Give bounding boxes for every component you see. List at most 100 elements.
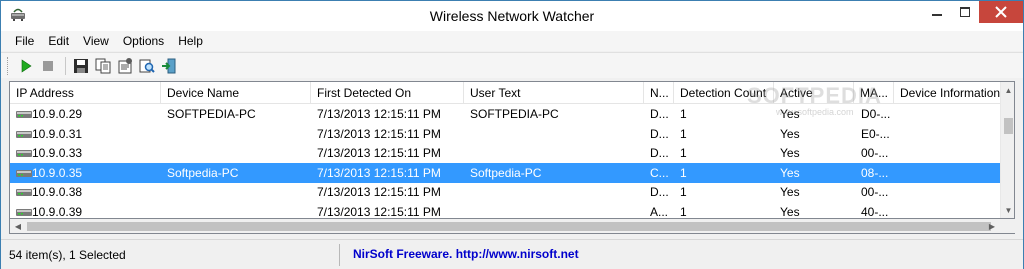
cell-first-detected: 7/13/2013 12:15:11 PM	[317, 165, 441, 180]
window-title: Wireless Network Watcher	[429, 8, 595, 24]
close-icon	[995, 6, 1007, 18]
stop-scan-button[interactable]	[38, 56, 58, 76]
cell-network-adapter: A...	[650, 204, 669, 219]
cell-first-detected: 7/13/2013 12:15:11 PM	[317, 146, 441, 160]
column-header-first-detected[interactable]: First Detected On	[311, 82, 464, 104]
cell-detection-count: 1	[680, 165, 687, 180]
network-device-icon	[15, 147, 33, 159]
cell-ip-address: 10.9.0.29	[32, 107, 83, 121]
copy-button[interactable]	[93, 56, 113, 76]
table-row[interactable]: 10.9.0.38 7/13/2013 12:15:11 PM D... 1 Yes 00…	[10, 182, 1000, 202]
scroll-down-icon[interactable]: ▼	[1001, 202, 1014, 218]
start-scan-button[interactable]	[16, 56, 36, 76]
cell-active: Yes	[780, 126, 800, 141]
cell-ip-address: 10.9.0.39	[32, 204, 83, 219]
cell-ip-address: 10.9.0.31	[32, 126, 83, 141]
scrollbar-corner	[1000, 219, 1015, 233]
cell-ip-address: 10.9.0.38	[32, 185, 83, 199]
cell-device-name: Softpedia-PC	[167, 165, 239, 180]
close-button[interactable]	[979, 1, 1023, 23]
title-bar[interactable]: Wireless Network Watcher	[1, 1, 1023, 31]
column-header-ip-address[interactable]: IP Address	[10, 82, 161, 104]
network-device-icon	[15, 206, 33, 218]
table-row[interactable]: 10.9.0.39 7/13/2013 12:15:11 PM A... 1 Yes 40…	[10, 202, 1000, 219]
cell-active: Yes	[780, 185, 800, 199]
find-icon	[139, 59, 155, 73]
toolbar	[1, 52, 1023, 78]
cell-ip-address: 10.9.0.33	[32, 146, 83, 160]
vertical-scroll-thumb[interactable]	[1004, 118, 1013, 134]
properties-icon	[118, 57, 132, 73]
maximize-button[interactable]	[951, 1, 979, 23]
cell-network-adapter: D...	[650, 107, 669, 121]
cell-detection-count: 1	[680, 126, 687, 141]
start-scan-icon	[21, 58, 32, 73]
stop-scan-icon	[43, 60, 53, 71]
scroll-up-icon[interactable]: ▲	[1001, 82, 1014, 98]
table-row[interactable]: 10.9.0.33 7/13/2013 12:15:11 PM D... 1 Yes 00…	[10, 143, 1000, 163]
horizontal-scrollbar[interactable]: ◀ ▶	[9, 219, 1015, 234]
status-bar: 54 item(s), 1 Selected NirSoft Freeware.…	[1, 239, 1023, 269]
menu-bar: File Edit View Options Help	[1, 31, 1023, 51]
vertical-scrollbar[interactable]: ▲ ▼	[1000, 82, 1014, 218]
app-window: Wireless Network Watcher File Edit View …	[0, 0, 1024, 269]
scroll-left-icon[interactable]: ◀	[10, 219, 26, 233]
save-icon	[74, 58, 88, 73]
scroll-right-icon[interactable]: ▶	[984, 219, 1000, 233]
network-device-icon	[15, 167, 33, 179]
nirsoft-link[interactable]: NirSoft Freeware. http://www.nirsoft.net	[353, 247, 579, 261]
cell-mac-address: 00-...	[861, 146, 889, 160]
column-header-device-information[interactable]: Device Information	[894, 82, 1000, 104]
cell-device-name: SOFTPEDIA-PC	[167, 107, 256, 121]
copy-icon	[95, 58, 111, 73]
column-header-network-adapter[interactable]: N...	[644, 82, 674, 104]
network-device-icon	[15, 186, 33, 198]
cell-detection-count: 1	[680, 107, 687, 121]
menu-options[interactable]: Options	[116, 34, 171, 48]
watermark-logo: SOFTPEDIA	[747, 83, 882, 108]
item-count-status: 54 item(s), 1 Selected	[9, 248, 126, 262]
cell-user-text: Softpedia-PC	[470, 165, 542, 180]
table-row[interactable]: 10.9.0.31 7/13/2013 12:15:11 PM D... 1 Yes E0…	[10, 124, 1000, 144]
cell-first-detected: 7/13/2013 12:15:11 PM	[317, 204, 441, 219]
menu-file[interactable]: File	[8, 34, 41, 48]
cell-mac-address: 00-...	[861, 185, 889, 199]
cell-user-text: SOFTPEDIA-PC	[470, 107, 559, 121]
cell-mac-address: E0-...	[861, 126, 890, 141]
cell-active: Yes	[780, 165, 800, 180]
cell-ip-address: 10.9.0.35	[32, 165, 83, 180]
cell-mac-address: 08-...	[861, 165, 889, 180]
cell-detection-count: 1	[680, 146, 687, 160]
exit-button[interactable]	[159, 56, 179, 76]
maximize-icon	[960, 7, 970, 17]
network-device-icon	[15, 108, 33, 120]
column-header-user-text[interactable]: User Text	[464, 82, 644, 104]
menu-edit[interactable]: Edit	[41, 34, 76, 48]
cell-first-detected: 7/13/2013 12:15:11 PM	[317, 185, 441, 199]
table-row[interactable]: 10.9.0.35 Softpedia-PC 7/13/2013 12:15:11 …	[10, 162, 1000, 183]
cell-first-detected: 7/13/2013 12:15:11 PM	[317, 126, 441, 141]
exit-icon	[162, 58, 176, 73]
minimize-button[interactable]	[923, 1, 951, 23]
cell-network-adapter: C...	[650, 165, 669, 180]
find-button[interactable]	[137, 56, 157, 76]
cell-mac-address: 40-...	[861, 204, 889, 219]
cell-active: Yes	[780, 146, 800, 160]
watermark-url: www.softpedia.com	[776, 107, 854, 117]
menu-view[interactable]: View	[76, 34, 116, 48]
cell-detection-count: 1	[680, 185, 687, 199]
cell-network-adapter: D...	[650, 146, 669, 160]
column-header-device-name[interactable]: Device Name	[161, 82, 311, 104]
menu-help[interactable]: Help	[171, 34, 210, 48]
cell-active: Yes	[780, 204, 800, 219]
minimize-icon	[932, 14, 942, 16]
save-button[interactable]	[71, 56, 91, 76]
properties-button[interactable]	[115, 56, 135, 76]
network-device-icon	[15, 128, 33, 140]
cell-detection-count: 1	[680, 204, 687, 219]
toolbar-grip[interactable]	[7, 56, 10, 75]
cell-network-adapter: D...	[650, 185, 669, 199]
toolbar-separator	[65, 56, 66, 75]
status-divider	[339, 244, 340, 266]
horizontal-scroll-thumb[interactable]	[27, 222, 991, 231]
